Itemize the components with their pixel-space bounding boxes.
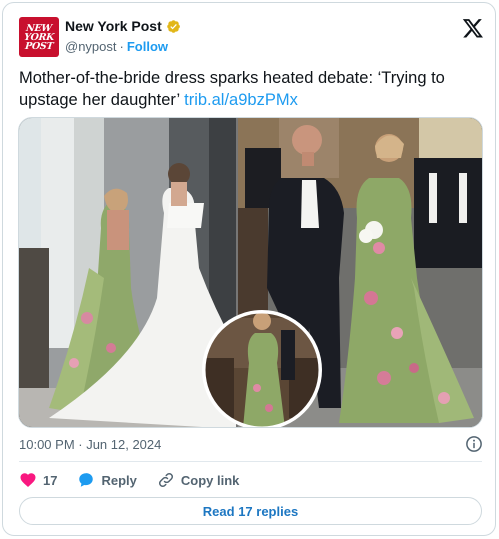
account-handle-row: @nypost · Follow [65,39,168,54]
avatar-line-3: POST [24,40,54,52]
like-count: 17 [43,472,58,488]
info-icon[interactable] [465,435,483,453]
reply-button[interactable]: Reply [77,471,137,489]
copy-link-button[interactable]: Copy link [157,471,240,489]
x-logo-icon[interactable] [462,17,484,39]
tweet-media[interactable] [18,117,483,428]
heart-icon [20,473,36,487]
link-icon [158,472,173,488]
account-handle[interactable]: @nypost [65,39,117,54]
reply-label: Reply [101,472,137,488]
tweet-text: Mother-of-the-bride dress sparks heated … [19,67,479,111]
divider [19,461,482,462]
tweet-link[interactable]: trib.al/a9bzPMx [184,91,298,109]
reply-bubble-icon [79,473,94,487]
follow-button[interactable]: Follow [127,39,168,54]
action-bar: 17 Reply Copy link [19,469,259,491]
verified-badge-icon [166,19,180,33]
separator-dot: · [119,39,124,54]
copy-link-label: Copy link [180,472,240,488]
avatar[interactable]: NEW YORK POST [19,17,59,57]
like-button[interactable]: 17 [19,471,57,489]
tweet-timestamp[interactable]: 10:00 PM · Jun 12, 2024 [19,437,161,452]
tweet-card: NEW YORK POST New York Post @nypost · Foll… [2,2,496,536]
media-image [19,118,482,427]
read-replies-button[interactable]: Read 17 replies [19,497,482,525]
account-name[interactable]: New York Post [65,18,162,34]
account-name-row: New York Post [65,18,181,34]
